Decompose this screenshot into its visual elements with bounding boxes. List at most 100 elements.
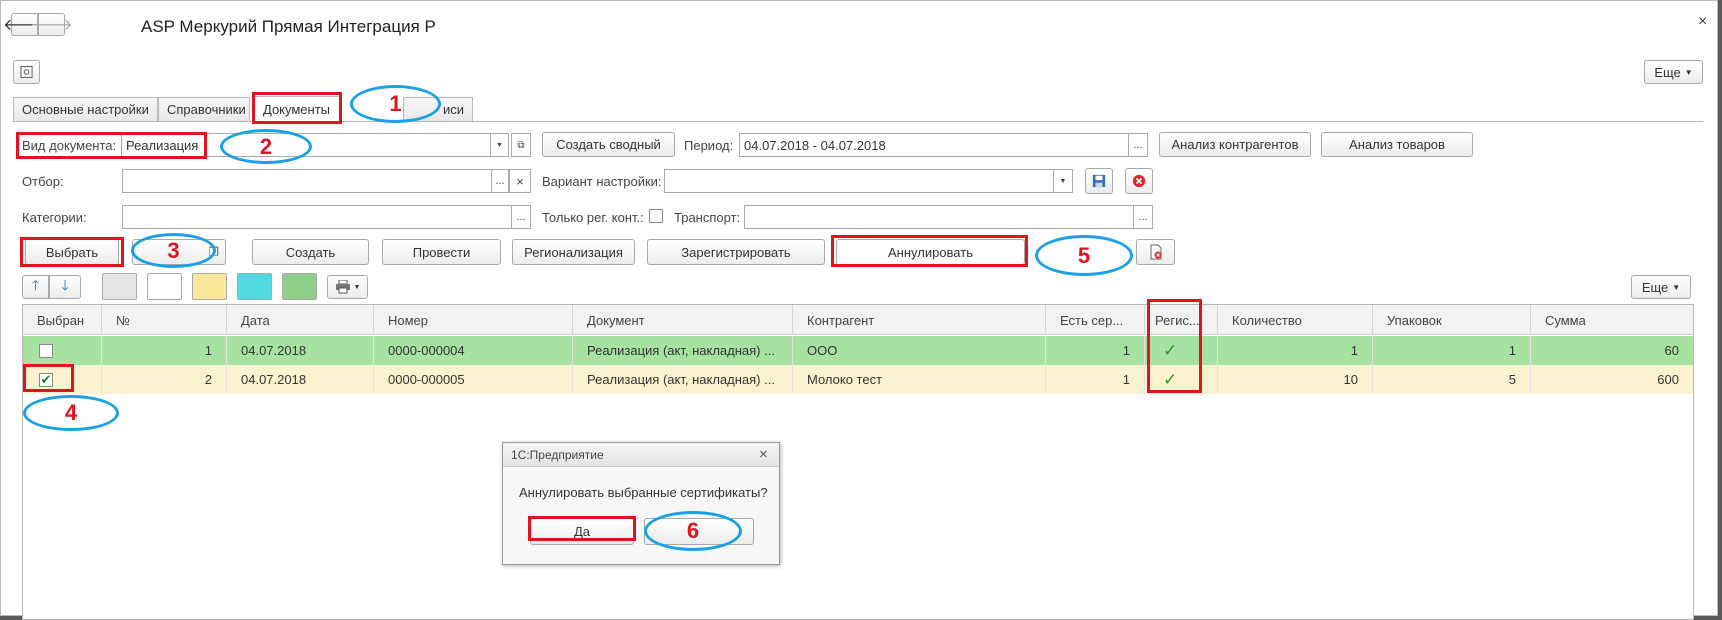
create-summary-button[interactable]: Создать сводный xyxy=(542,132,675,157)
variant-field[interactable] xyxy=(664,169,1054,193)
annotation-6: 6 xyxy=(644,511,742,551)
highlight-annul-button xyxy=(831,235,1028,267)
regionalize-button[interactable]: Регионализация xyxy=(512,239,635,265)
cell-contractor: ООО xyxy=(793,336,1046,365)
annotation-4: 4 xyxy=(23,395,119,431)
tab-references[interactable]: Справочники xyxy=(158,97,250,121)
row-checkbox[interactable] xyxy=(39,343,53,358)
color-filter-green[interactable] xyxy=(282,273,317,300)
close-window-icon[interactable]: × xyxy=(1698,13,1707,31)
categories-field[interactable] xyxy=(122,205,512,229)
create-button[interactable]: Создать xyxy=(252,239,369,265)
only-reg-label: Только рег. конт.: xyxy=(542,210,644,225)
analyze-goods-button[interactable]: Анализ товаров xyxy=(1321,132,1473,157)
color-filter-yellow[interactable] xyxy=(192,273,227,300)
highlight-select-button xyxy=(20,237,124,267)
transport-label: Транспорт: xyxy=(674,210,741,225)
cell-document: Реализация (акт, накладная) ... xyxy=(573,365,793,394)
more-button-list[interactable]: Еще ▼ xyxy=(1631,275,1691,299)
dialog-title: 1С:Предприятие xyxy=(503,443,779,467)
color-filter-gray[interactable] xyxy=(102,273,137,300)
col-document[interactable]: Документ xyxy=(573,305,793,335)
highlight-registered-column xyxy=(1147,299,1202,393)
forward-button[interactable]: 🡒 xyxy=(30,13,73,36)
table-row[interactable]: ✔ 2 04.07.2018 0000-000005 Реализация (а… xyxy=(23,365,1693,394)
move-up-button[interactable]: 🡑 xyxy=(22,275,49,299)
cell-document: Реализация (акт, накладная) ... xyxy=(573,336,793,365)
annotation-5: 5 xyxy=(1035,235,1133,276)
tab-main-settings[interactable]: Основные настройки xyxy=(13,97,158,121)
post-button[interactable]: Провести xyxy=(382,239,501,265)
arrow-up-icon: 🡑 xyxy=(31,277,40,293)
highlight-row-checkbox xyxy=(23,364,74,392)
move-down-button[interactable]: 🡓 xyxy=(49,275,81,299)
settings-button[interactable] xyxy=(13,60,40,84)
cell-packs: 5 xyxy=(1373,365,1531,394)
cell-quantity: 1 xyxy=(1218,336,1373,365)
transport-field[interactable] xyxy=(744,205,1134,229)
more-button-top[interactable]: Еще ▼ xyxy=(1644,60,1703,84)
save-variant-button[interactable] xyxy=(1085,168,1113,194)
chevron-down-icon: ▼ xyxy=(353,283,361,291)
annotation-1: 1 xyxy=(350,85,441,123)
cell-index: 2 xyxy=(102,365,227,394)
delete-doc-button[interactable] xyxy=(1136,239,1175,265)
categories-label: Категории: xyxy=(22,210,87,225)
filter-select-button[interactable]: ... xyxy=(491,169,509,193)
period-select-button[interactable]: ... xyxy=(1128,133,1148,157)
dialog-close-icon[interactable]: × xyxy=(759,446,768,463)
chevron-down-icon: ▼ xyxy=(1672,282,1681,292)
print-button[interactable]: ▼ xyxy=(327,275,368,299)
chevron-down-icon: ▼ xyxy=(496,141,503,149)
annotation-2: 2 xyxy=(220,129,312,164)
col-selected[interactable]: Выбран xyxy=(23,305,102,335)
col-packs[interactable]: Упаковок xyxy=(1373,305,1531,335)
chevron-down-icon: ▼ xyxy=(1059,177,1067,185)
col-contractor[interactable]: Контрагент xyxy=(793,305,1046,335)
cell-sum: 60 xyxy=(1664,343,1679,358)
highlight-doc-type xyxy=(16,132,207,159)
cell-contractor: Молоко тест xyxy=(793,365,1046,394)
dialog-message: Аннулировать выбранные сертификаты? xyxy=(519,485,768,500)
highlight-documents-tab xyxy=(252,92,342,124)
col-sum[interactable]: Сумма xyxy=(1531,305,1693,335)
transport-select-button[interactable]: ... xyxy=(1133,205,1153,229)
col-number-index[interactable]: № xyxy=(102,305,227,335)
cell-has-cert: 1 xyxy=(1046,336,1145,365)
filter-clear-button[interactable]: × xyxy=(509,169,531,193)
color-filter-cyan[interactable] xyxy=(237,273,272,300)
cell-index: 1 xyxy=(102,336,227,365)
cell-date: 04.07.2018 xyxy=(227,336,374,365)
color-filter-white[interactable] xyxy=(147,273,182,300)
filter-field[interactable] xyxy=(122,169,492,193)
categories-select-button[interactable]: ... xyxy=(511,205,531,229)
highlight-yes-button xyxy=(528,516,636,541)
arrow-right-icon: 🡒 xyxy=(30,17,73,34)
variant-dropdown-button[interactable]: ▼ xyxy=(1053,169,1073,193)
doc-type-dropdown-button[interactable]: ▼ xyxy=(490,133,509,157)
delete-variant-button[interactable] xyxy=(1125,168,1153,194)
doc-type-open-button[interactable]: ⧉ xyxy=(511,133,531,157)
period-field[interactable]: 04.07.2018 - 04.07.2018 xyxy=(739,133,1129,157)
chevron-down-icon: ▼ xyxy=(1684,67,1693,77)
only-reg-checkbox[interactable] xyxy=(649,209,663,223)
register-button[interactable]: Зарегистрировать xyxy=(647,239,825,265)
table-header: Выбран № Дата Номер Документ Контрагент … xyxy=(23,305,1693,335)
col-number[interactable]: Номер xyxy=(374,305,573,335)
cell-has-cert: 1 xyxy=(1046,365,1145,394)
analyze-contractors-button[interactable]: Анализ контрагентов xyxy=(1159,132,1311,157)
row-select-cell[interactable] xyxy=(23,336,102,365)
arrow-down-icon: 🡓 xyxy=(61,277,69,293)
delete-icon xyxy=(1132,174,1146,188)
filter-label: Отбор: xyxy=(22,174,64,189)
col-quantity[interactable]: Количество xyxy=(1218,305,1373,335)
documents-table: Выбран № Дата Номер Документ Контрагент … xyxy=(22,304,1694,620)
confirm-dialog: 1С:Предприятие × Аннулировать выбранные … xyxy=(502,442,780,565)
table-row[interactable]: 1 04.07.2018 0000-000004 Реализация (акт… xyxy=(23,336,1693,365)
printer-icon xyxy=(335,280,350,294)
cell-number: 0000-000004 xyxy=(374,336,573,365)
col-has-cert[interactable]: Есть сер... xyxy=(1046,305,1145,335)
cell-packs: 1 xyxy=(1373,336,1531,365)
col-date[interactable]: Дата xyxy=(227,305,374,335)
cell-sum: 600 xyxy=(1657,372,1679,387)
